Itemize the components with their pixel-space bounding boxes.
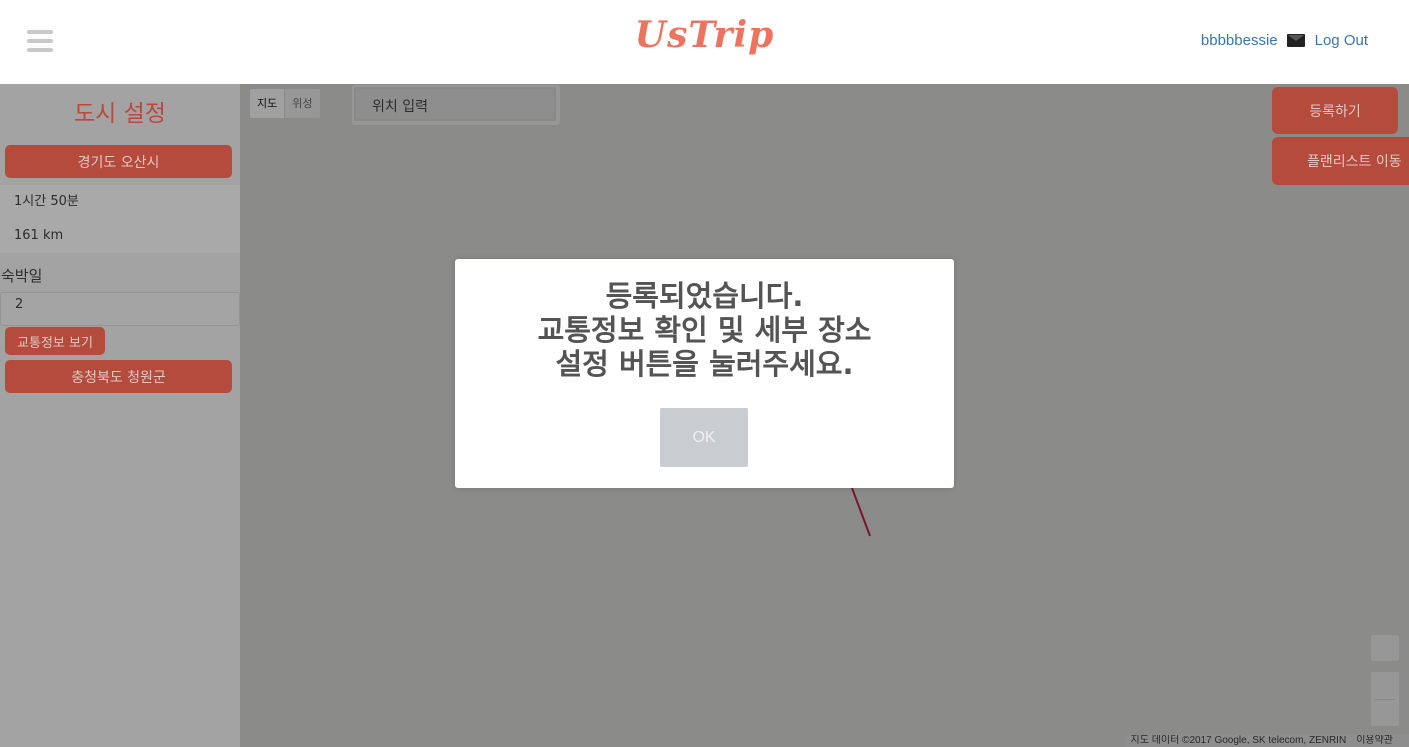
modal-line-3: 설정 버튼을 눌러주세요. — [555, 347, 854, 381]
modal-message: 등록되었습니다. 교통정보 확인 및 세부 장소 설정 버튼을 눌러주세요. — [455, 279, 954, 381]
dest-city-button[interactable]: 충청북도 청원군 — [5, 360, 232, 393]
confirmation-modal: 등록되었습니다. 교통정보 확인 및 세부 장소 설정 버튼을 눌러주세요. O… — [455, 259, 954, 488]
stay-days-label: 숙박일 — [1, 267, 43, 285]
map-fullscreen-control[interactable] — [1371, 635, 1399, 661]
logout-link[interactable]: Log Out — [1315, 32, 1368, 49]
view-traffic-button[interactable]: 교통정보 보기 — [5, 327, 105, 355]
logo-text[interactable]: UsTrip — [635, 14, 775, 56]
travel-duration: 1시간 50분 — [0, 185, 240, 219]
city-settings-sidebar: 도시 설정 경기도 오산시 1시간 50분 161 km 숙박일 2 교통정보 … — [0, 84, 240, 747]
user-area: bbbbbessie Log Out — [1201, 32, 1368, 49]
stay-days-input[interactable]: 2 — [0, 292, 240, 326]
top-header: UsTrip bbbbbessie Log Out — [0, 0, 1409, 84]
start-city-button[interactable]: 경기도 오산시 — [5, 145, 232, 178]
map-data-credit: 지도 데이터 ©2017 Google, SK telecom, ZENRIN — [1130, 735, 1347, 746]
travel-distance: 161 km — [0, 219, 240, 253]
sidebar-title: 도시 설정 — [74, 101, 166, 127]
modal-line-1: 등록되었습니다. — [605, 279, 804, 313]
app-logo: UsTrip — [0, 14, 1409, 56]
username-link[interactable]: bbbbbessie — [1201, 32, 1278, 49]
ok-button[interactable]: OK — [660, 408, 748, 467]
envelope-icon[interactable] — [1286, 34, 1305, 47]
map-attribution: 지도 데이터 ©2017 Google, SK telecom, ZENRIN 이… — [1124, 735, 1409, 747]
modal-line-2: 교통정보 확인 및 세부 장소 — [537, 313, 872, 347]
map-zoom-control[interactable] — [1371, 672, 1399, 726]
hamburger-menu-icon[interactable] — [27, 30, 53, 52]
terms-link[interactable]: 이용약관 — [1356, 735, 1393, 746]
